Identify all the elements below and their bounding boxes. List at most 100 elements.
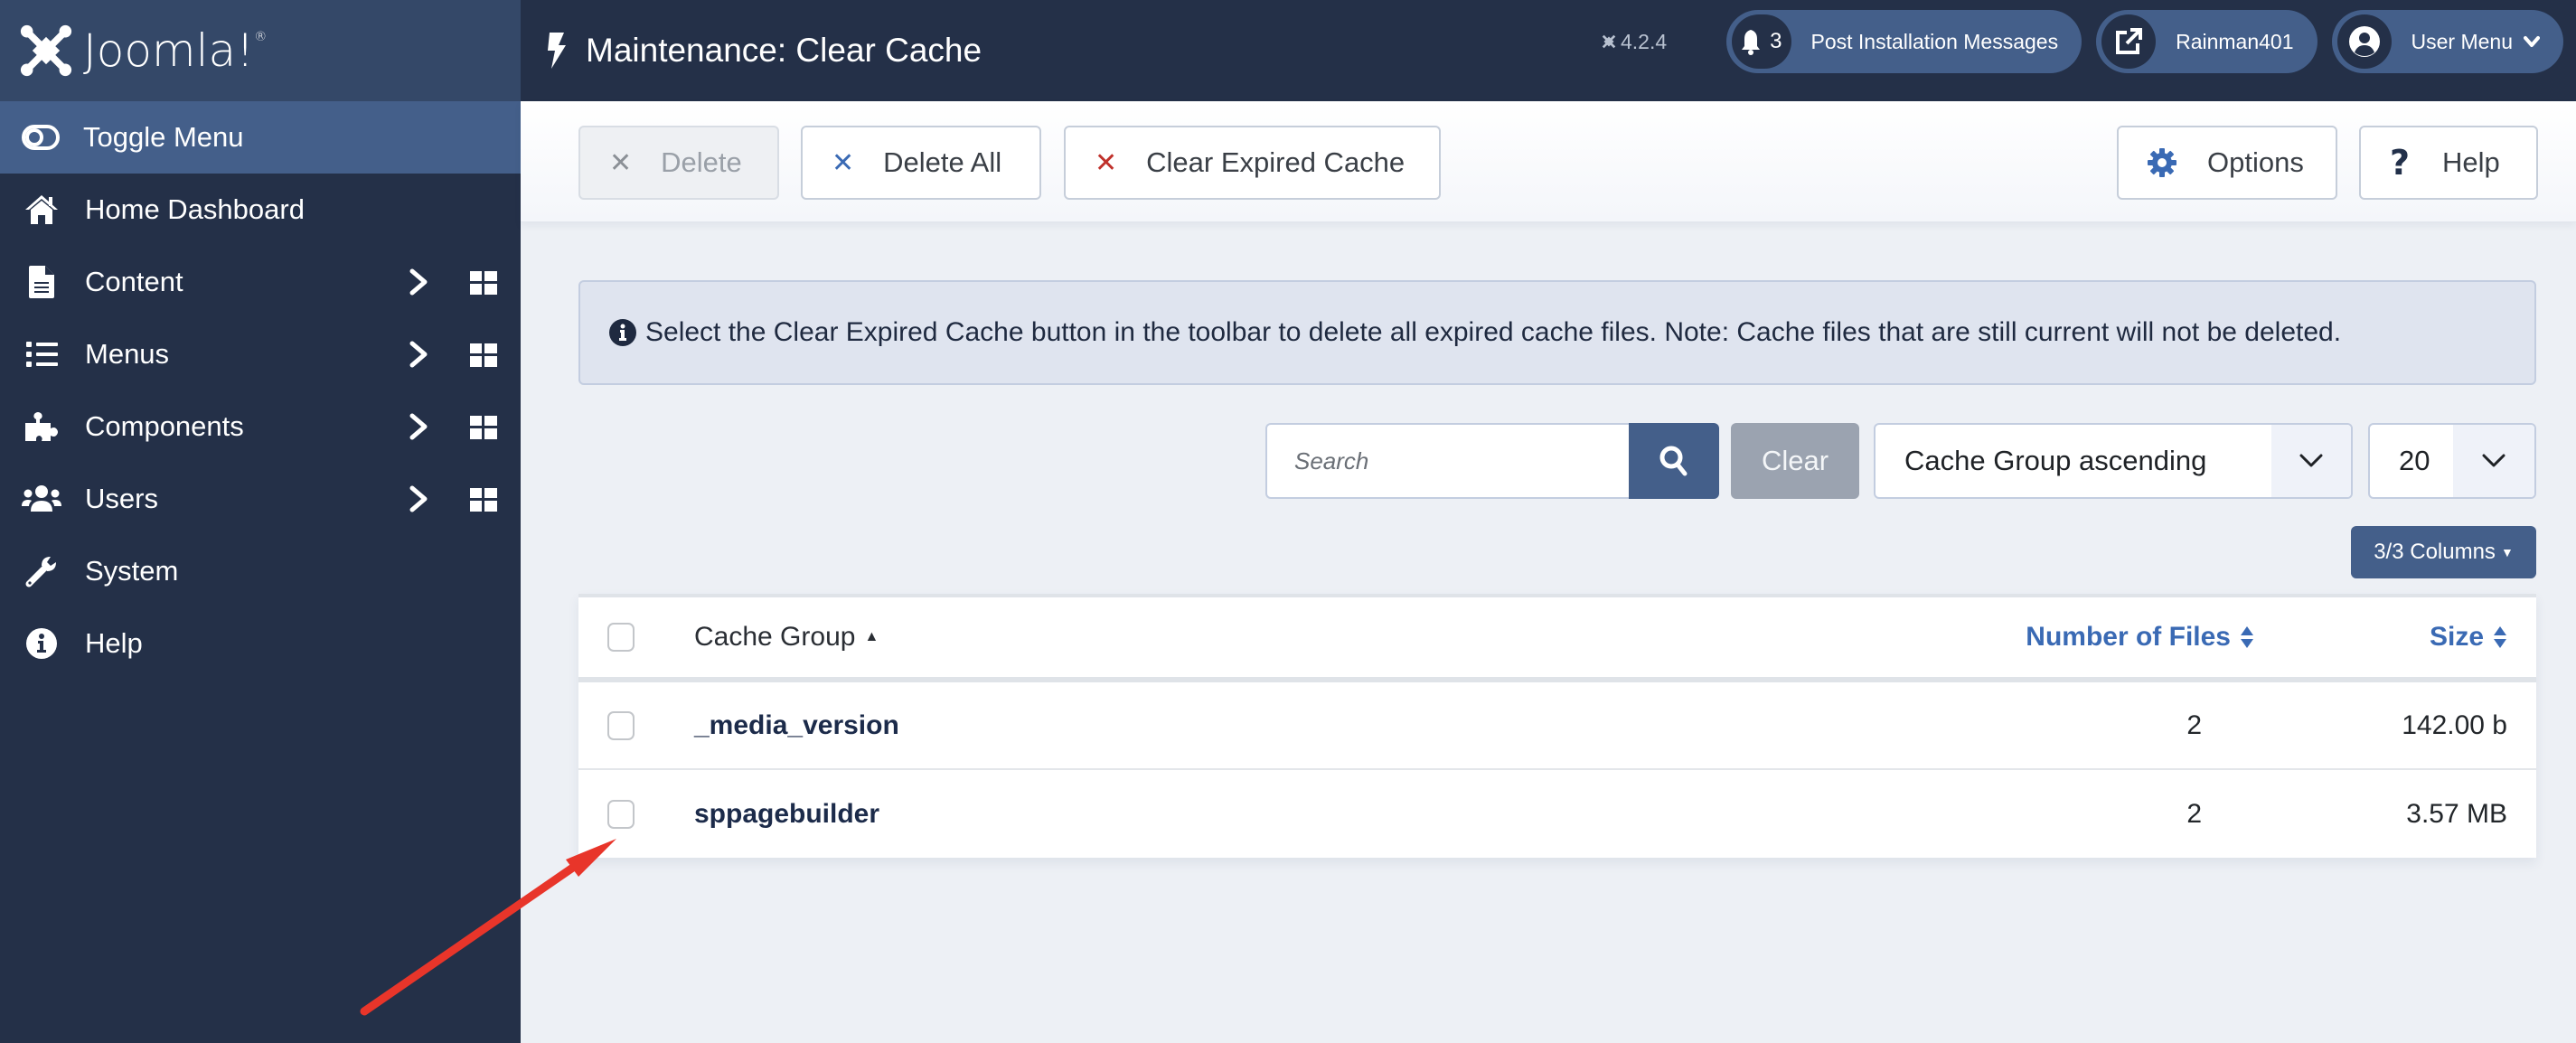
sort-select-value: Cache Group ascending [1904, 445, 2207, 476]
row-checkbox[interactable] [607, 799, 635, 829]
delete-button[interactable]: ✕ Delete [578, 126, 779, 200]
cell-size: 3.57 MB [2406, 798, 2507, 829]
wrench-icon [22, 553, 61, 589]
sort-icon [2494, 626, 2506, 648]
sidebar-item-system[interactable]: System [0, 535, 521, 607]
external-link-badge [2101, 14, 2157, 69]
toolbar: ✕ Delete ✕ Delete All ✕ Clear Expired Ca… [521, 101, 2576, 222]
chevron-down-icon [2524, 36, 2540, 47]
dashboard-grid-icon[interactable] [470, 416, 497, 439]
times-icon: ✕ [609, 146, 633, 179]
external-link-icon [2116, 28, 2143, 54]
delete-all-button[interactable]: ✕ Delete All [801, 126, 1041, 200]
view-site-button[interactable]: Rainman401 [2096, 10, 2317, 73]
table-row: _media_version 2 142.00 b [578, 682, 2536, 770]
clear-expired-label: Clear Expired Cache [1146, 146, 1406, 178]
column-header-cache-group[interactable]: Cache Group ▲ [694, 622, 879, 653]
notification-count: 3 [1770, 29, 1782, 53]
chevron-down-icon [2453, 425, 2534, 497]
version-text: 4.2.4 [1620, 29, 1668, 53]
sidebar-item-content[interactable]: Content [0, 246, 521, 318]
user-circle-icon [2348, 26, 2380, 57]
header-actions: 4.2.4 3 Post Installation Messages Rainm… [1601, 9, 2563, 74]
dashboard-grid-icon[interactable] [470, 343, 497, 367]
sidebar-item-label: System [85, 555, 179, 587]
chevron-right-icon[interactable] [405, 484, 432, 513]
top-header: Maintenance: Clear Cache 4.2.4 3 Post In… [521, 0, 2576, 101]
toggle-menu-label: Toggle Menu [83, 121, 244, 153]
sidebar-menu: Home Dashboard Content Menus Components [0, 174, 521, 680]
toggle-menu-button[interactable]: Toggle Menu [0, 101, 521, 174]
chevron-down-icon [2271, 425, 2351, 497]
info-alert: Select the Clear Expired Cache button in… [578, 280, 2536, 385]
columns-toggle-button[interactable]: 3/3 Columns ▼ [2351, 526, 2536, 578]
cell-cache-group: _media_version [694, 709, 899, 740]
cache-table: Cache Group ▲ Number of Files Size _medi… [578, 594, 2536, 858]
row-checkbox[interactable] [607, 710, 635, 740]
chevron-right-icon[interactable] [405, 340, 432, 369]
registered-mark: ® [254, 30, 268, 44]
sidebar-item-home-dashboard[interactable]: Home Dashboard [0, 174, 521, 246]
sidebar-item-label: Content [85, 266, 183, 297]
joomla-logo-icon [20, 24, 72, 77]
column-header-number-of-files[interactable]: Number of Files [2026, 622, 2254, 653]
sidebar-item-label: Help [85, 627, 143, 659]
user-menu-label: User Menu [2411, 29, 2513, 53]
delete-all-label: Delete All [883, 146, 1002, 178]
column-header-label: Size [2429, 622, 2484, 652]
columns-label: 3/3 Columns [2374, 540, 2496, 564]
joomla-logo[interactable]: Joomla!® [0, 0, 521, 101]
site-name-label: Rainman401 [2176, 29, 2294, 53]
delete-label: Delete [661, 146, 742, 178]
cell-number-of-files: 2 [2186, 798, 2202, 829]
chevron-right-icon[interactable] [405, 268, 432, 296]
sidebar-item-label: Home Dashboard [85, 193, 305, 225]
sidebar-item-components[interactable]: Components [0, 390, 521, 463]
sidebar-item-menus[interactable]: Menus [0, 318, 521, 390]
question-icon: ? [2390, 143, 2411, 183]
help-button[interactable]: ? Help [2359, 126, 2538, 200]
cell-size: 142.00 b [2402, 709, 2507, 740]
select-all-checkbox[interactable] [607, 623, 635, 652]
sort-select[interactable]: Cache Group ascending [1874, 423, 2353, 499]
times-icon: ✕ [1095, 146, 1118, 179]
user-menu-button[interactable]: User Menu [2331, 10, 2563, 73]
sidebar-item-users[interactable]: Users [0, 463, 521, 535]
sort-asc-icon: ▲ [864, 629, 879, 644]
list-icon [22, 336, 61, 372]
chevron-right-icon[interactable] [405, 412, 432, 441]
bolt-icon [548, 33, 566, 69]
column-header-label: Cache Group [694, 622, 856, 652]
page-title: Maintenance: Clear Cache [546, 32, 982, 70]
notification-badge: 3 [1732, 14, 1791, 69]
clear-button[interactable]: Clear [1731, 423, 1859, 499]
list-limit-value: 20 [2399, 445, 2430, 476]
joomla-wordmark: Joomla!® [83, 24, 268, 77]
info-icon [22, 625, 61, 662]
post-installation-messages-button[interactable]: 3 Post Installation Messages [1726, 10, 2082, 73]
cell-cache-group: sppagebuilder [694, 798, 880, 829]
caret-down-icon: ▼ [2500, 545, 2514, 559]
toggle-icon [22, 125, 60, 150]
table-row: sppagebuilder 2 3.57 MB [578, 770, 2536, 858]
bell-icon [1742, 30, 1761, 55]
options-button[interactable]: Options [2117, 126, 2337, 200]
alert-message: Select the Clear Expired Cache button in… [645, 317, 2342, 347]
times-icon: ✕ [832, 146, 855, 179]
column-header-label: Number of Files [2026, 622, 2231, 652]
users-icon [22, 481, 61, 517]
search-button[interactable] [1629, 423, 1719, 499]
dashboard-grid-icon[interactable] [470, 488, 497, 512]
joomla-small-icon [1602, 34, 1616, 49]
search-group [1265, 423, 1719, 499]
sidebar-item-label: Menus [85, 338, 170, 370]
search-input[interactable] [1265, 423, 1629, 499]
page-title-text: Maintenance: Clear Cache [586, 32, 982, 69]
info-circle-icon [609, 319, 636, 346]
sidebar-item-help[interactable]: Help [0, 607, 521, 680]
dashboard-grid-icon[interactable] [470, 271, 497, 295]
clear-expired-cache-button[interactable]: ✕ Clear Expired Cache [1064, 126, 1441, 200]
post-installation-label: Post Installation Messages [1810, 29, 2059, 53]
column-header-size[interactable]: Size [2430, 622, 2507, 653]
list-limit-select[interactable]: 20 [2368, 423, 2536, 499]
